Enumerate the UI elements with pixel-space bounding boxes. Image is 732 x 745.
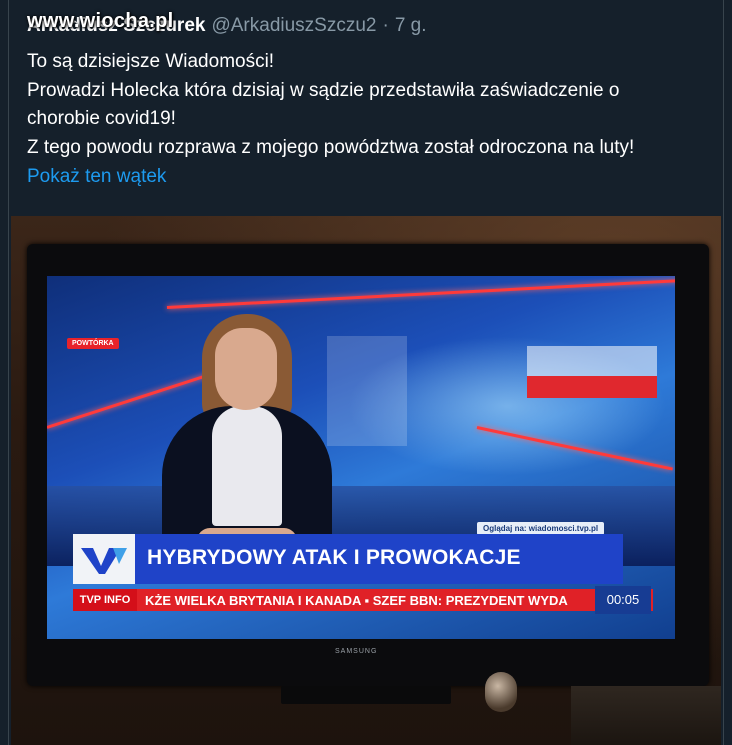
tweet-text-line: chorobie covid19! — [27, 108, 176, 129]
tweet-timestamp[interactable]: 7 g. — [395, 15, 427, 37]
tweet-text-line: Z tego powodu rozprawa z mojego powództw… — [27, 136, 635, 158]
anchor-shirt — [212, 406, 282, 526]
repeat-badge: POWTÓRKA — [67, 338, 119, 349]
show-thread-link[interactable]: Pokaż ten wątek — [27, 166, 166, 188]
tv-brand: SAMSUNG — [335, 648, 378, 655]
ticker-logo: TVP INFO — [73, 589, 137, 611]
red-streak — [166, 278, 675, 309]
studio-panel — [527, 376, 657, 398]
site-watermark: www.wiocha.pl — [27, 10, 174, 32]
tv-screen: POWTÓRKA Oglądaj na: wiadomosci.tvp.pl H… — [47, 276, 675, 639]
tweet-text-line: To są dzisiejsze Wiadomości! — [27, 51, 275, 72]
ticker-text: KŻE WIELKA BRYTANIA I KANADA ▪ SZEF BBN:… — [145, 593, 568, 608]
separator-dot: · — [382, 15, 389, 36]
author-handle[interactable]: @ArkadiuszSzczu2 — [211, 15, 376, 37]
broadcast-clock: 00:05 — [595, 586, 651, 614]
w-logo-icon — [81, 548, 127, 574]
tweet-photo[interactable]: POWTÓRKA Oglądaj na: wiadomosci.tvp.pl H… — [11, 216, 721, 745]
tweet-card[interactable]: Arkadiusz Szczurek @ArkadiuszSzczu2 · 7 … — [8, 0, 724, 745]
tweet-text: To są dzisiejsze Wiadomości! Prowadzi Ho… — [27, 48, 717, 162]
tv-stand — [281, 686, 451, 704]
tweet-text-line: Prowadzi Holecka która dzisiaj w sądzie … — [27, 79, 620, 101]
anchor-head — [215, 328, 277, 410]
program-logo — [73, 534, 135, 584]
headline-text: HYBRYDOWY ATAK I PROWOKACJE — [147, 546, 521, 569]
studio-panel — [327, 336, 407, 446]
shelf — [571, 686, 721, 745]
lamp — [485, 672, 517, 712]
